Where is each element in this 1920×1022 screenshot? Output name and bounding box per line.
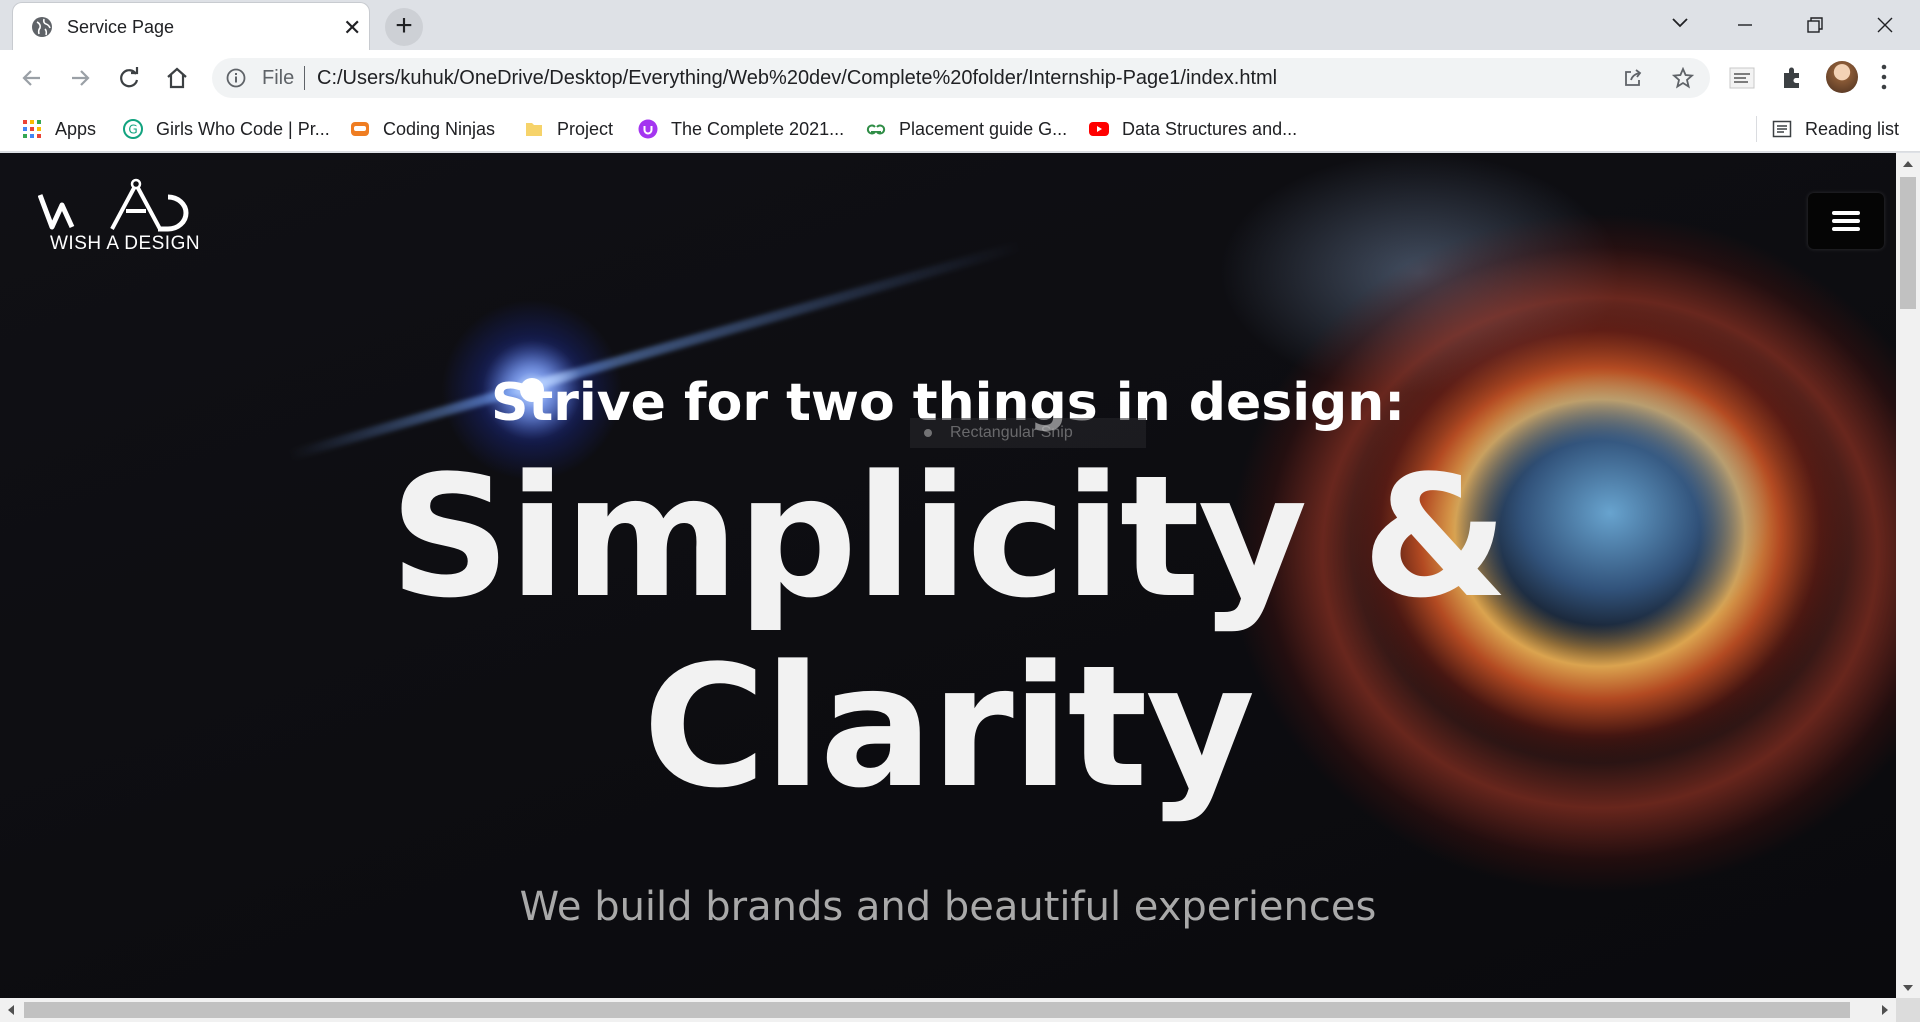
vertical-scroll-thumb[interactable] <box>1900 177 1916 309</box>
scroll-up-arrow-icon[interactable] <box>1902 159 1914 169</box>
address-divider <box>304 66 305 90</box>
extension-badge-icon[interactable] <box>1728 64 1756 92</box>
bookmark-complete-2021[interactable]: The Complete 2021... <box>638 115 844 143</box>
browser-toolbar: File C:/Users/kuhuk/OneDrive/Desktop/Eve… <box>0 50 1920 106</box>
back-arrow-icon[interactable] <box>18 64 46 92</box>
close-window-icon[interactable] <box>1870 10 1900 40</box>
reading-list-button[interactable]: Reading list <box>1772 115 1899 143</box>
forward-arrow-icon[interactable] <box>66 64 94 92</box>
tab-strip: Service Page ✕ + <box>0 0 1920 50</box>
tab-service-page[interactable]: Service Page ✕ <box>12 2 370 50</box>
bookmark-coding-ninjas[interactable]: Coding Ninjas <box>350 115 495 143</box>
scroll-right-arrow-icon[interactable] <box>1880 1004 1890 1016</box>
youtube-icon <box>1089 122 1109 136</box>
horizontal-scroll-thumb[interactable] <box>24 1002 1850 1018</box>
bookmark-girls-who-code[interactable]: G Girls Who Code | Pr... <box>123 115 330 143</box>
hamburger-menu-icon <box>1832 211 1860 215</box>
horizontal-scrollbar[interactable] <box>0 998 1896 1022</box>
share-icon[interactable] <box>1622 67 1644 89</box>
more-menu-icon[interactable] <box>1880 62 1888 92</box>
bookmark-apps[interactable]: Apps <box>22 115 96 143</box>
hamburger-menu-button[interactable] <box>1808 193 1884 249</box>
profile-avatar[interactable] <box>1826 61 1858 93</box>
svg-text:G: G <box>128 123 137 137</box>
hamburger-bar <box>1832 219 1860 223</box>
restore-window-icon[interactable] <box>1800 10 1830 40</box>
coding-ninjas-icon <box>351 122 369 136</box>
bookmarks-divider <box>1756 116 1757 142</box>
address-bar[interactable]: File C:/Users/kuhuk/OneDrive/Desktop/Eve… <box>212 58 1710 98</box>
scheme-label: File <box>262 67 295 89</box>
hero-headline-line-1: Simplicity & <box>389 439 1508 635</box>
hero-headline-line-2: Clarity <box>642 629 1256 825</box>
bookmarks-bar: Apps G Girls Who Code | Pr... Coding Nin… <box>0 106 1920 152</box>
url-text[interactable]: C:/Users/kuhuk/OneDrive/Desktop/Everythi… <box>317 67 1277 90</box>
info-icon[interactable] <box>226 68 246 88</box>
scrollbar-corner <box>1896 998 1920 1022</box>
close-tab-icon[interactable]: ✕ <box>343 15 361 41</box>
geeksforgeeks-icon <box>866 124 886 135</box>
minimize-icon[interactable] <box>1730 10 1760 40</box>
folder-icon <box>526 123 542 136</box>
reading-list-label: Reading list <box>1805 118 1900 139</box>
bookmark-label: Placement guide G... <box>899 118 1068 139</box>
reading-list-icon <box>1772 120 1792 138</box>
bookmark-label: The Complete 2021... <box>671 118 845 139</box>
vertical-scrollbar[interactable] <box>1896 153 1920 998</box>
bookmark-label: Project <box>557 118 614 139</box>
home-icon[interactable] <box>163 64 191 92</box>
bookmark-placement-guide[interactable]: Placement guide G... <box>866 115 1067 143</box>
reload-icon[interactable] <box>115 64 143 92</box>
wad-logo-icon <box>37 178 189 232</box>
bookmark-star-icon[interactable] <box>1672 67 1694 89</box>
apps-grid-icon <box>23 120 41 138</box>
bookmark-label: Apps <box>55 118 97 139</box>
udemy-icon <box>638 119 658 139</box>
extensions-puzzle-icon[interactable] <box>1778 64 1806 92</box>
scroll-left-arrow-icon[interactable] <box>6 1004 16 1016</box>
globe-icon <box>32 17 52 37</box>
tab-title: Service Page <box>67 17 175 37</box>
bookmark-data-structures[interactable]: Data Structures and... <box>1089 115 1297 143</box>
bookmark-project[interactable]: Project <box>524 115 613 143</box>
hamburger-bar <box>1832 227 1860 231</box>
site-logo[interactable]: WISH A DESIGN <box>37 177 208 259</box>
logo-text: WISH A DESIGN <box>50 233 201 254</box>
bookmark-label: Coding Ninjas <box>383 118 496 139</box>
page-viewport: WISH A DESIGN Strive for two things in d… <box>0 153 1896 998</box>
new-tab-button[interactable]: + <box>385 8 423 46</box>
girls-who-code-icon: G <box>123 119 143 139</box>
scroll-down-arrow-icon[interactable] <box>1902 983 1914 993</box>
tab-search-chevron-icon[interactable] <box>1668 10 1692 34</box>
bookmark-label: Data Structures and... <box>1122 118 1298 139</box>
bookmark-label: Girls Who Code | Pr... <box>156 118 330 139</box>
hero-subline: We build brands and beautiful experience… <box>519 884 1377 930</box>
